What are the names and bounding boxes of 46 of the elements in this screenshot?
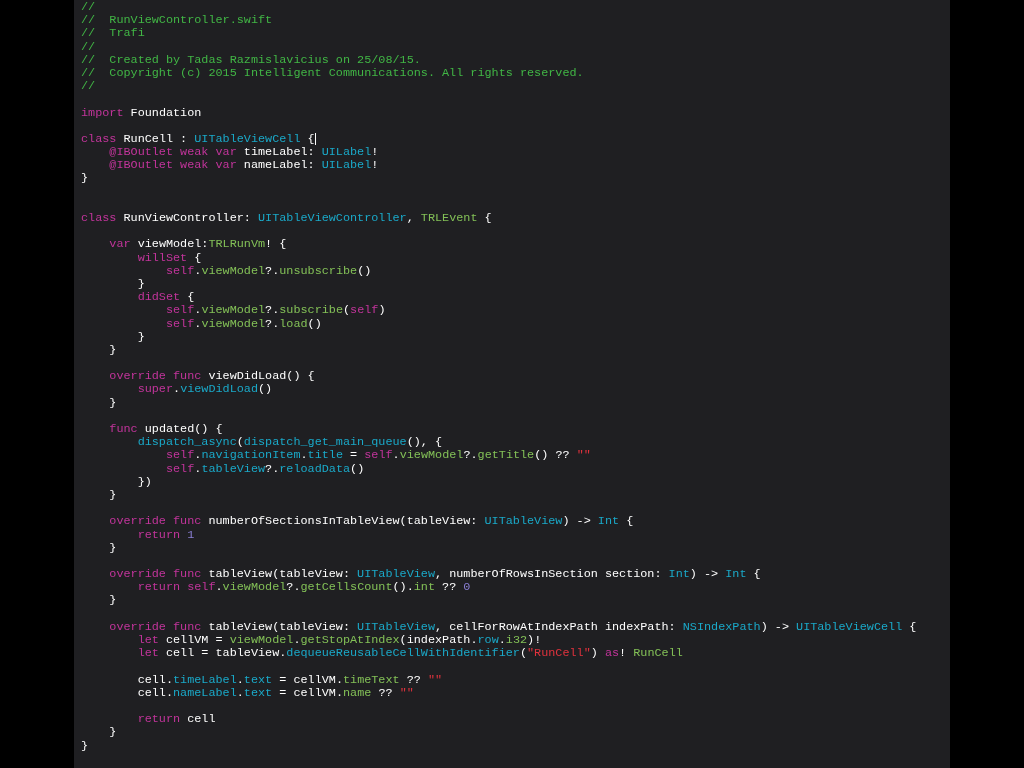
code-line: } (108, 594, 117, 608)
code-line: } (108, 396, 117, 410)
code-line: self.tableView?.reloadData() (164, 462, 365, 476)
code-line: } (136, 277, 145, 292)
code-line: }) (136, 475, 152, 489)
code-line: // (81, 40, 96, 54)
code-line: } (81, 172, 89, 186)
code-line: self.viewModel?.load() (164, 317, 322, 331)
code-editor[interactable] (74, 0, 950, 768)
code-line: super.viewDidLoad() (136, 383, 273, 397)
code-line: class RunCell : UITableViewCell { (81, 132, 315, 147)
code-line: override func tableView(tableView: UITableView, numberOfRowsInSection section: Int) -> Int { (108, 568, 761, 582)
code-line: return 1 (136, 528, 195, 542)
code-line: } (108, 726, 117, 740)
code-line: } (136, 330, 145, 344)
code-line: } (108, 541, 117, 555)
code-line: override func tableView(tableView: UITableView, cellForRowAtIndexPath indexPath: NSIndexPath) -> UITableViewCell { (108, 620, 917, 634)
code-line: } (108, 488, 117, 503)
code-line: } (81, 739, 89, 753)
code-line: cell.nameLabel.text = cellVM.name ?? "" (136, 686, 414, 700)
code-line: class RunViewController: UITableViewController, TRLEvent { (81, 212, 492, 226)
code-line: override func numberOfSectionsInTableView(tableView: UITableView) -> Int { (108, 515, 634, 529)
code-line: // Created by Tadas Razmislavicius on 25/08/15. (81, 53, 421, 67)
code-line: func updated() { (108, 423, 223, 437)
code-line: } (108, 343, 117, 358)
code-line: let cellVM = viewModel.getStopAtIndex(indexPath.row.i32)! (136, 634, 542, 648)
code-line: @IBOutlet weak var nameLabel: UILabel! (108, 159, 379, 173)
code-line: var viewModel:TRLRunVm! { (108, 238, 287, 252)
code-line: dispatch_async(dispatch_get_main_queue(), { (136, 436, 443, 450)
code-line: // (81, 1, 96, 15)
code-line: // RunViewController.swift (81, 14, 273, 28)
code-line: // Trafi (81, 27, 145, 41)
code-line: import Foundation (81, 106, 202, 120)
code-line: return cell (136, 713, 216, 727)
code-line: @IBOutlet weak var timeLabel: UILabel! (108, 146, 379, 160)
code-line: willSet { (136, 251, 202, 265)
code-line: return self.viewModel?.getCellsCount().int ?? 0 (136, 581, 471, 595)
code-line: override func viewDidLoad() { (108, 370, 315, 384)
code-line: self.viewModel?.unsubscribe() (164, 264, 372, 278)
code-line: // Copyright (c) 2015 Intelligent Communications. All rights reserved. (81, 66, 584, 81)
code-line: cell.timeLabel.text = cellVM.timeText ?? "" (136, 673, 443, 687)
code-line: didSet { (136, 291, 195, 305)
code-line: let cell = tableView.dequeueReusableCellWithIdentifier("RunCell") as! RunCell (136, 647, 683, 661)
code-line: self.navigationItem.title = self.viewModel?.getTitle() ?? "" (164, 449, 591, 463)
code-line: self.viewModel?.subscribe(self) (164, 304, 386, 318)
code-line: // (81, 80, 96, 94)
